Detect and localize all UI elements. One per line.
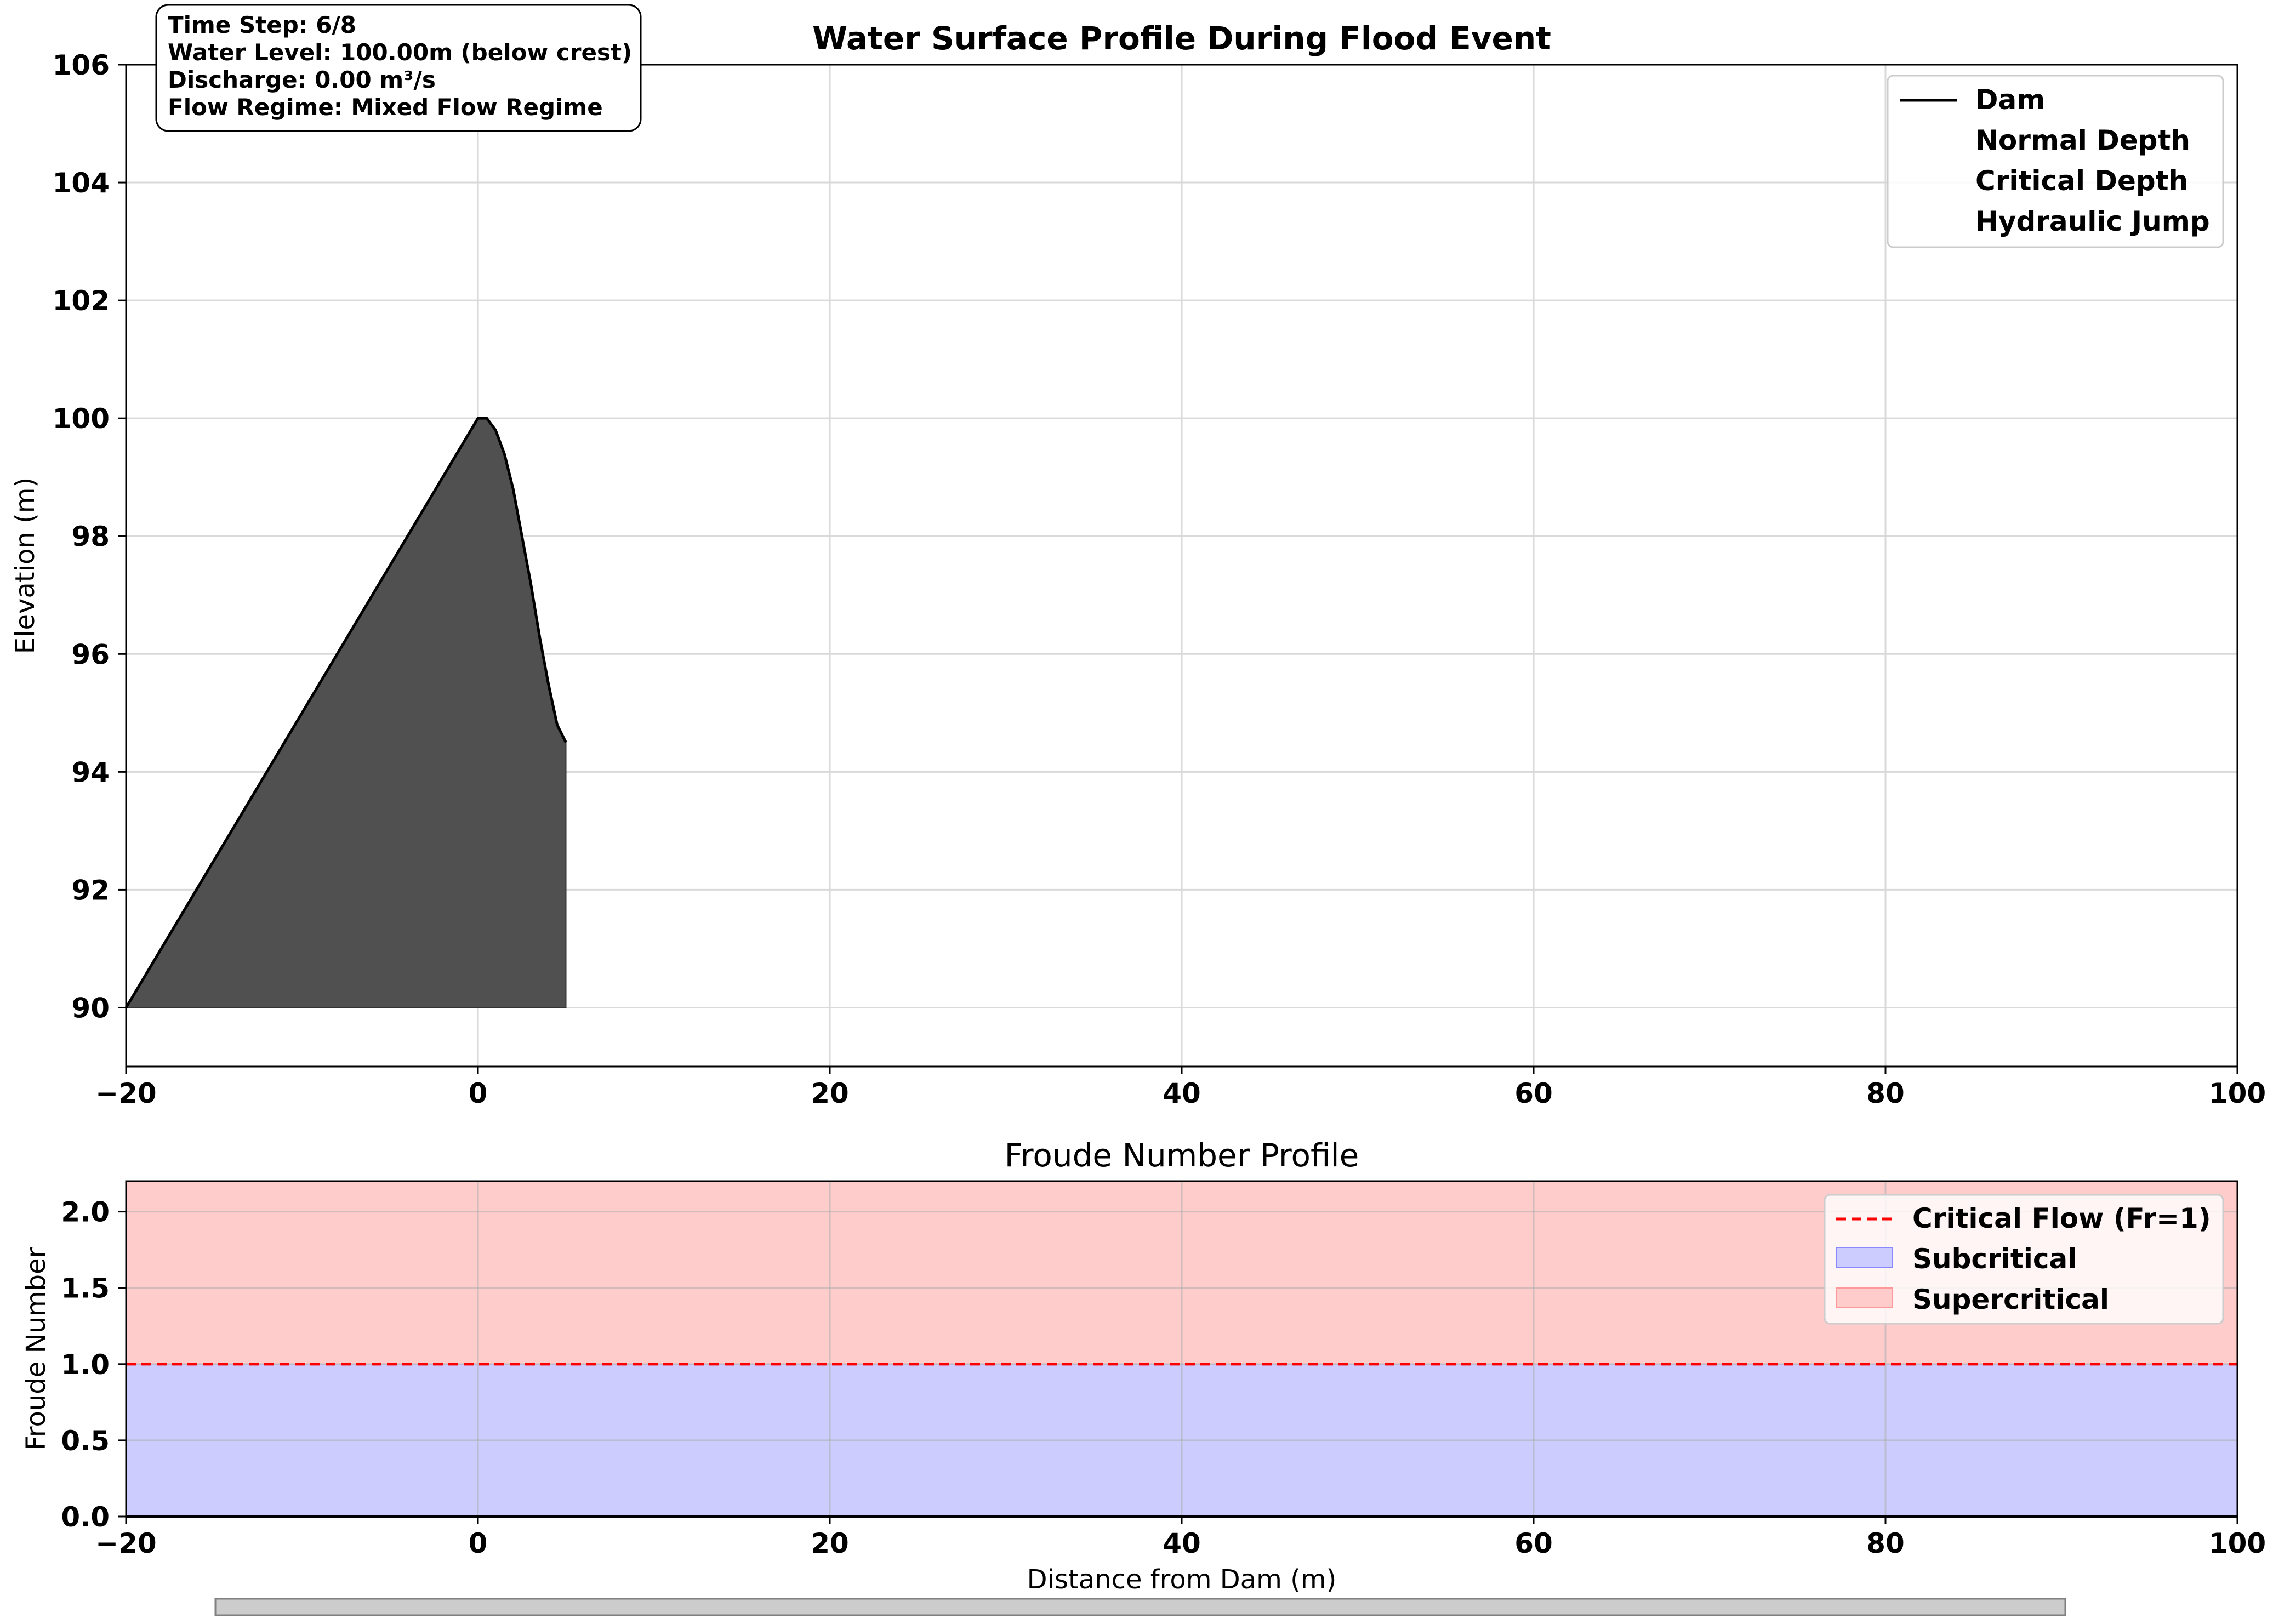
top-x-tick-label: 80: [1866, 1078, 1905, 1109]
bottom-chart-title: Froude Number Profile: [1005, 1137, 1359, 1174]
bottom-x-tick-label: 0: [469, 1528, 488, 1559]
top-x-tick-label: −20: [95, 1078, 156, 1109]
legend-supercritical-label: Supercritical: [1912, 1284, 2109, 1315]
top-y-tick-label: 90: [71, 992, 110, 1024]
legend-supercritical-patch: [1836, 1287, 1893, 1308]
top-y-tick-label: 100: [53, 403, 110, 435]
time-slider-track[interactable]: [214, 1598, 2066, 1616]
top-x-tick-label: 100: [2209, 1078, 2266, 1109]
bottom-y-tick-label: 1.0: [61, 1349, 110, 1381]
top-chart-title: Water Surface Profile During Flood Event: [812, 20, 1551, 57]
bottom-y-axis-label: Froude Number: [21, 1247, 52, 1450]
info-discharge: Discharge: 0.00 m³/s: [168, 66, 436, 93]
bottom-legend: Critical Flow (Fr=1) Subcritical Supercr…: [1824, 1194, 2224, 1325]
info-flow-regime: Flow Regime: Mixed Flow Regime: [168, 94, 603, 121]
bottom-x-tick-label: 60: [1514, 1528, 1553, 1559]
info-water-level: Water Level: 100.00m (below crest): [168, 39, 632, 66]
top-x-tick-label: 0: [469, 1078, 488, 1109]
top-y-tick-label: 94: [71, 756, 110, 788]
bottom-y-tick-label: 0.5: [61, 1425, 110, 1457]
legend-critical-depth-label: Critical Depth: [1975, 165, 2188, 197]
info-time-step: Time Step: 6/8: [168, 12, 356, 38]
legend-subcritical-patch: [1836, 1247, 1893, 1268]
top-x-tick-label: 40: [1163, 1078, 1201, 1109]
bottom-x-tick-label: 40: [1163, 1528, 1201, 1559]
bottom-y-tick-label: 2.0: [61, 1196, 110, 1228]
legend-dam-label: Dam: [1975, 84, 2045, 116]
top-y-tick-label: 92: [71, 874, 110, 906]
legend-normal-depth-label: Normal Depth: [1975, 124, 2190, 156]
bottom-y-tick-label: 1.5: [61, 1273, 110, 1304]
top-y-tick-label: 98: [71, 521, 110, 552]
top-y-tick-label: 102: [53, 285, 110, 317]
top-x-tick-label: 60: [1514, 1078, 1553, 1109]
bottom-x-tick-label: 20: [811, 1528, 849, 1559]
bottom-x-axis-label: Distance from Dam (m): [1027, 1564, 1337, 1595]
legend-critical-flow-label: Critical Flow (Fr=1): [1912, 1203, 2211, 1234]
top-y-axis-label: Elevation (m): [10, 477, 41, 654]
top-legend: Dam Normal Depth Critical Depth Hydrauli…: [1887, 75, 2224, 248]
figure: −20 0 20 40 60 80 100 90 92 94 96 98 100 102 104 106 Wa…: [0, 0, 2273, 1624]
bottom-x-tick-label: 100: [2209, 1528, 2266, 1559]
info-box: Time Step: 6/8 Water Level: 100.00m (bel…: [155, 4, 642, 132]
top-x-tick-label: 20: [811, 1078, 849, 1109]
top-y-tick-label: 96: [71, 639, 110, 670]
bottom-y-tick-label: 0.0: [61, 1501, 110, 1533]
bottom-x-tick-label: 80: [1866, 1528, 1905, 1559]
top-y-tick-label: 106: [53, 49, 110, 81]
time-slider[interactable]: [214, 1598, 2066, 1616]
legend-hydraulic-jump-label: Hydraulic Jump: [1975, 206, 2210, 237]
top-y-tick-label: 104: [53, 167, 110, 199]
legend-subcritical-label: Subcritical: [1912, 1243, 2077, 1275]
